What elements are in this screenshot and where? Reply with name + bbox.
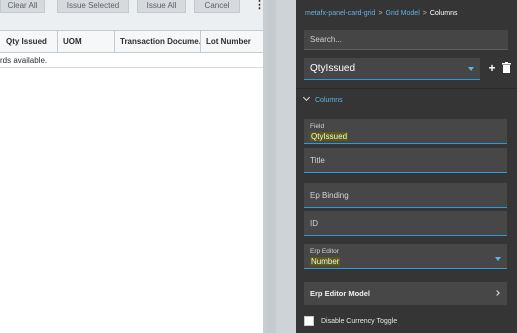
id-input[interactable]: ID [304,211,507,236]
breadcrumb-current: Columns [429,10,458,17]
id-label: ID [310,219,318,228]
breadcrumb: metafx-panel-card-grid > Grid Model > Column… [305,10,457,17]
chevron-down-icon [495,257,501,261]
erp-editor-select[interactable]: Erp Editor Number [304,244,507,269]
breadcrumb-grid-model[interactable]: Grid Model [386,10,420,17]
disable-currency-toggle-label: Disable Currency Toggle [321,318,398,325]
chevron-right-icon [494,290,500,296]
field-value: QtyIssued [310,132,349,141]
disable-currency-toggle-checkbox[interactable] [304,316,314,326]
column-header-uom[interactable]: UOM [57,31,113,53]
grid-toolbar: Clear All Issue Selected Issue All Cance… [0,0,266,14]
erp-editor-model-label: Erp Editor Model [310,289,370,298]
chevron-down-icon [468,67,474,71]
ep-binding-label: Ep Binding [310,191,349,200]
add-icon[interactable]: + [486,60,498,76]
section-title: Columns [315,97,343,104]
data-grid: Qty Issued UOM Transaction Docume... Lot… [0,30,266,333]
issue-all-button[interactable]: Issue All [137,0,186,13]
properties-panel: metafx-panel-card-grid > Grid Model > Column… [296,0,517,333]
column-header-transaction-document[interactable]: Transaction Docume... [114,31,200,53]
canvas-gap-inner [276,0,296,333]
column-select[interactable]: QtyIssued [304,58,480,80]
section-divider [296,88,517,89]
cancel-button[interactable]: Cancel [194,0,240,13]
breadcrumb-root[interactable]: metafx-panel-card-grid [305,10,375,17]
breadcrumb-separator: > [422,10,427,17]
search-input[interactable]: Search... [304,30,508,50]
erp-editor-label: Erp Editor [310,248,339,255]
clear-all-button[interactable]: Clear All [0,0,45,13]
breadcrumb-separator: > [378,10,383,17]
column-select-value: QtyIssued [310,63,356,74]
empty-grid-message: rds available. [0,53,266,68]
column-header-qty-issued[interactable]: Qty Issued [0,31,56,53]
field-input[interactable]: Field QtyIssued [304,119,507,144]
chevron-down-icon [302,93,311,102]
trash-icon[interactable] [502,62,511,73]
column-header-lot-number[interactable]: Lot Number [200,31,264,53]
columns-section-header[interactable]: Columns [302,93,343,104]
title-label: Title [310,156,325,165]
title-input[interactable]: Title [304,148,507,173]
issue-selected-button[interactable]: Issue Selected [57,0,129,13]
field-label: Field [310,123,325,130]
erp-editor-model-button[interactable]: Erp Editor Model [304,282,507,305]
ep-binding-input[interactable]: Ep Binding [304,183,507,208]
erp-editor-value: Number [310,257,341,266]
grid-header: Qty Issued UOM Transaction Docume... Lot… [0,31,266,53]
grid-panel: Clear All Issue Selected Issue All Cance… [0,0,266,333]
